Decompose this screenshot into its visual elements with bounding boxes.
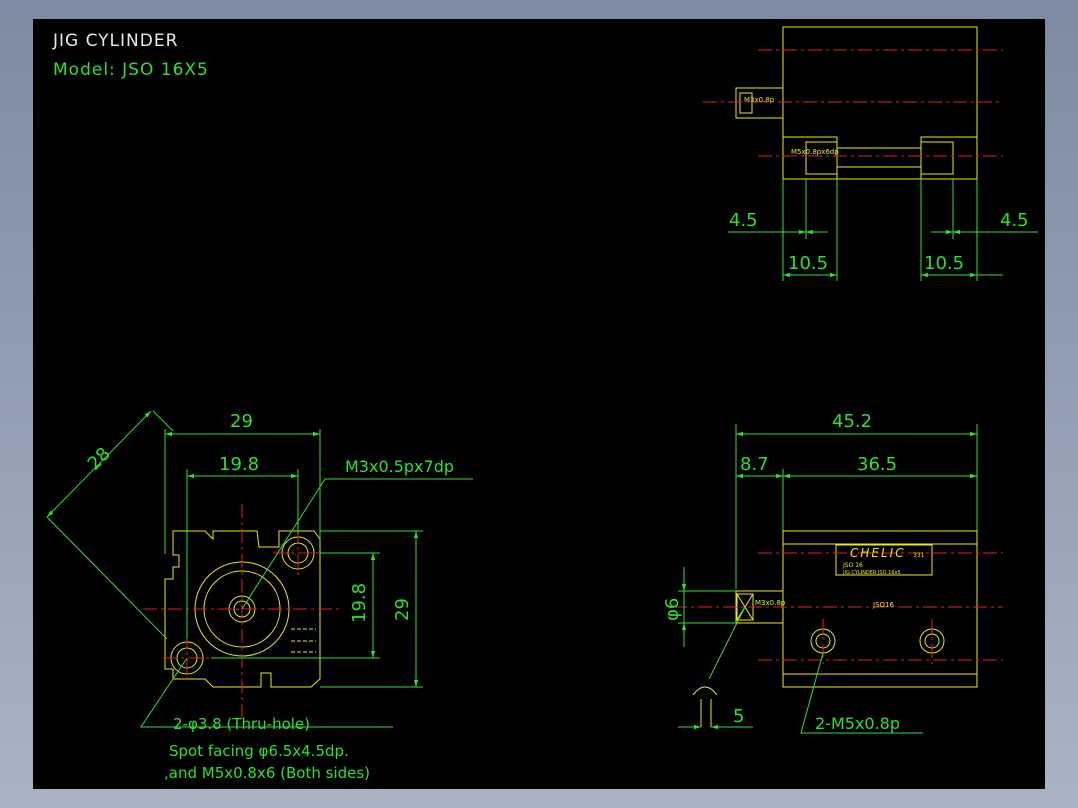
side-body-mark: JSO16: [872, 601, 894, 609]
top-thread-label: M5x0.8px6dp: [791, 148, 839, 156]
front-view: 29 19.8 19.8 29 28 M3x0.5px7dp 2-φ3.8 (T…: [46, 410, 473, 782]
cad-drawing-canvas[interactable]: JIG CYLINDER Model: JSO 16X5 M3x0.8p M5x…: [33, 19, 1045, 789]
front-both-sides: ,and M5x0.8x6 (Both sides): [164, 764, 370, 782]
front-dim-width: 29: [230, 411, 253, 432]
top-dim-left-large: 10.5: [788, 253, 828, 274]
side-port-callout: 2-M5x0.8p: [815, 714, 900, 733]
side-label-line2: JIG CYLINDER JSO 16x5: [842, 570, 901, 576]
front-tap-callout: M3x0.5px7dp: [345, 457, 454, 476]
side-view: CHELIC 331 JSO 16 JIG CYLINDER JSO 16x5 …: [662, 411, 1003, 734]
front-hole-callout: 2-φ3.8 (Thru-hole): [173, 715, 310, 733]
side-dim-rod-end: 5: [733, 706, 744, 727]
top-dim-left-small: 4.5: [729, 210, 758, 231]
drawing-svg: M3x0.8p M5x0.8px6dp 4.5 4.5 10.5 10.5 29…: [46, 26, 1038, 782]
front-dim-diagonal: 28: [84, 443, 115, 474]
top-dim-right-large: 10.5: [924, 253, 964, 274]
side-brand: CHELIC: [850, 546, 906, 560]
top-view-dimensions: [728, 179, 1038, 281]
front-spot-facing: Spot facing φ6.5x4.5dp.: [169, 742, 349, 760]
top-port-label: M3x0.8p: [744, 96, 775, 104]
top-view: M3x0.8p M5x0.8px6dp 4.5 4.5 10.5 10.5: [703, 26, 1038, 281]
top-dim-right-small: 4.5: [1000, 210, 1029, 231]
side-rod-thread: M3x0.8p: [755, 599, 786, 607]
side-dim-rod-length: 8.7: [740, 454, 769, 475]
side-view-centerlines: [673, 552, 1003, 664]
side-label-line1: JSO 16: [842, 562, 863, 569]
side-dim-overall: 45.2: [832, 411, 872, 432]
side-dim-rod-diameter: φ6: [662, 598, 683, 621]
front-dim-hole-pitch-v: 19.8: [349, 583, 370, 623]
front-dim-height: 29: [392, 598, 413, 621]
side-brand-code: 331: [913, 552, 925, 559]
front-dim-hole-pitch-h: 19.8: [219, 454, 259, 475]
side-dim-body-length: 36.5: [857, 454, 897, 475]
